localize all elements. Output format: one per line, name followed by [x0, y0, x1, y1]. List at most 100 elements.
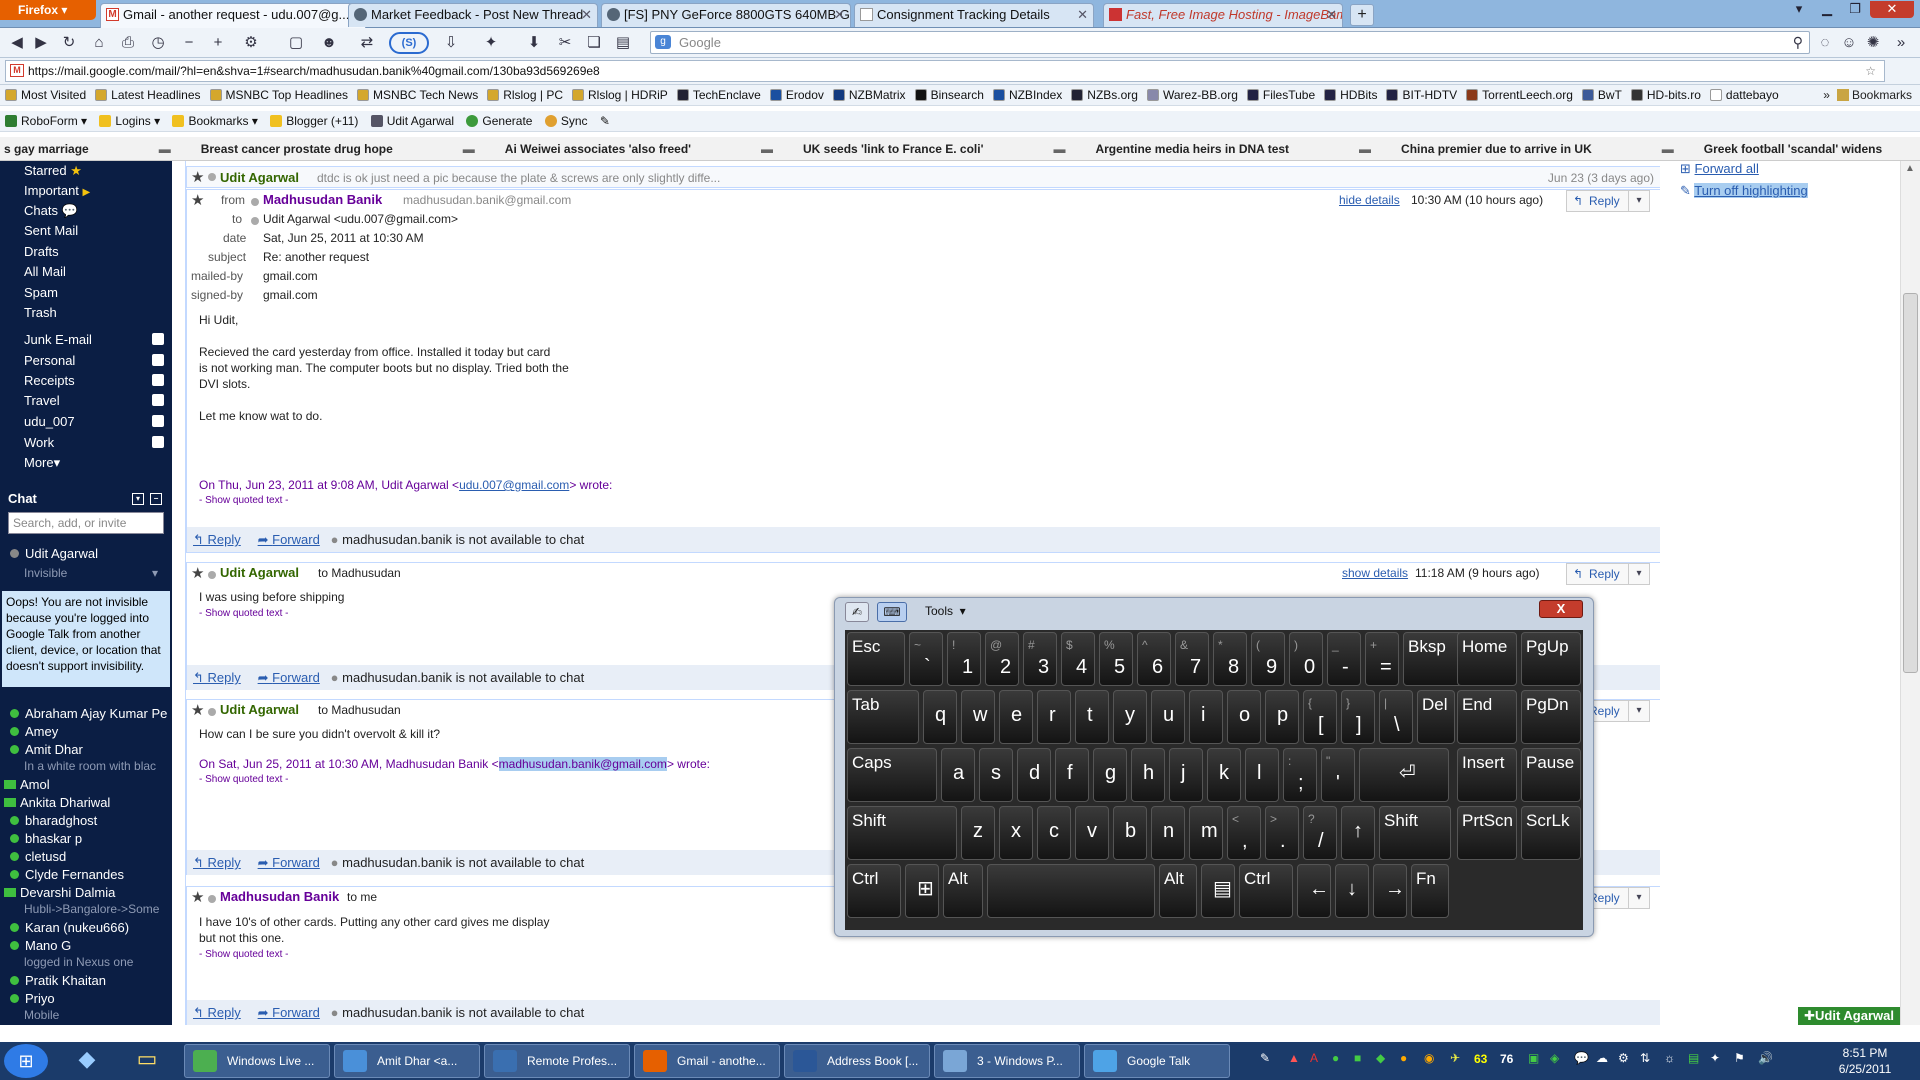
speed-dial-icon[interactable]: (S) — [389, 32, 429, 54]
news-headline[interactable]: Greek football 'scandal' widens — [1704, 142, 1882, 156]
bookmark-item[interactable]: TechEnclave — [676, 85, 761, 105]
history-icon[interactable]: ◷ — [147, 32, 169, 54]
key[interactable]: e — [999, 690, 1033, 744]
key[interactable]: ^ 6 — [1137, 632, 1171, 686]
scrollbar-thumb[interactable] — [1903, 293, 1918, 673]
key[interactable]: b — [1113, 806, 1147, 860]
tray-app-icon[interactable]: ◉ — [1424, 1051, 1434, 1065]
handwriting-icon[interactable]: ✍ — [845, 602, 869, 622]
tray-app-icon[interactable]: ▤ — [1688, 1051, 1699, 1065]
zoom-out-icon[interactable]: − — [178, 32, 200, 54]
label-color-box[interactable] — [152, 415, 164, 427]
sender-name[interactable]: Madhusudan Banik — [220, 889, 339, 904]
sender-name[interactable]: Udit Agarwal — [220, 565, 299, 580]
key[interactable]: d — [1017, 748, 1051, 802]
copy-icon[interactable]: ❏ — [583, 32, 605, 54]
key[interactable]: k — [1207, 748, 1241, 802]
key[interactable]: ScrLk — [1521, 806, 1581, 860]
key[interactable]: Insert — [1457, 748, 1517, 802]
more-labels[interactable]: More▾ — [24, 455, 60, 471]
key[interactable]: l — [1245, 748, 1279, 802]
taskbar-button[interactable]: Remote Profes... — [484, 1044, 630, 1078]
firefox-menu-button[interactable]: Firefox ▾ — [0, 0, 96, 20]
pen-icon[interactable]: ✎ — [600, 111, 610, 131]
bookmark-item[interactable]: FilesTube — [1246, 85, 1315, 105]
news-headline[interactable]: Breast cancer prostate drug hope — [201, 142, 393, 156]
flag-icon[interactable]: ⚑ — [1734, 1051, 1745, 1065]
key[interactable]: :; — [1283, 748, 1317, 802]
chat-search-input[interactable]: Search, add, or invite — [8, 512, 164, 534]
reply-link[interactable]: ↰ Reply — [193, 1005, 241, 1020]
bookmark-item[interactable]: NZBIndex — [992, 85, 1062, 105]
key[interactable]: & 7 — [1175, 632, 1209, 686]
nav-sent[interactable]: Sent Mail — [24, 223, 78, 238]
pen-icon[interactable]: ✎ — [1260, 1051, 1270, 1065]
key[interactable]: | \ — [1379, 690, 1413, 744]
logins-button[interactable]: Logins ▾ — [99, 111, 160, 131]
chat-contact[interactable]: Priyo — [10, 991, 55, 1006]
key[interactable]: ← — [1297, 864, 1331, 918]
forward-link[interactable]: ➦ Forward — [258, 670, 320, 685]
tray-app-icon[interactable]: ◈ — [1550, 1051, 1559, 1065]
bookmark-item[interactable]: Rlslog | PC — [487, 85, 563, 105]
taskbar-button[interactable]: Google Talk — [1084, 1044, 1230, 1078]
key[interactable]: j — [1169, 748, 1203, 802]
bookmarks-menu[interactable]: » Bookmarks — [1823, 85, 1912, 105]
key[interactable]: Shift — [847, 806, 957, 860]
taskbar-button[interactable]: Gmail - anothe... — [634, 1044, 780, 1078]
key[interactable]: Shift — [1379, 806, 1451, 860]
key[interactable]: Esc — [847, 632, 905, 686]
label-color-box[interactable] — [152, 354, 164, 366]
key[interactable]: p — [1265, 690, 1299, 744]
key[interactable]: y — [1113, 690, 1147, 744]
reply-link[interactable]: ↰ Reply — [193, 855, 241, 870]
maximize-button[interactable]: ❐ — [1842, 1, 1868, 18]
key[interactable]: Del — [1417, 690, 1455, 744]
addon-icon[interactable]: ☺ — [1838, 32, 1860, 54]
chat-contact[interactable]: Clyde Fernandes — [10, 867, 124, 882]
key[interactable]: }] — [1341, 690, 1375, 744]
taskbar-button[interactable]: 3 - Windows P... — [934, 1044, 1080, 1078]
chat-contact[interactable]: Ankita Dhariwal — [4, 795, 110, 810]
key[interactable]: + = — [1365, 632, 1399, 686]
key[interactable]: Caps — [847, 748, 937, 802]
label-color-box[interactable] — [152, 436, 164, 448]
tray-app-icon[interactable]: ◆ — [1376, 1051, 1385, 1065]
home-icon[interactable]: ⌂ — [88, 32, 110, 54]
tab-list-icon[interactable]: ▾ — [1786, 1, 1812, 18]
minimize-button[interactable]: ▁ — [1814, 1, 1840, 18]
search-input[interactable]: g Google ⚲ — [650, 31, 1810, 54]
bookmarks-button[interactable]: Bookmarks ▾ — [172, 111, 258, 131]
show-quoted-text[interactable]: - Show quoted text - — [199, 608, 289, 619]
chat-contact[interactable]: bharadghost — [10, 813, 97, 828]
overflow-icon[interactable]: » — [1890, 32, 1912, 54]
star-icon[interactable]: ★ — [191, 191, 204, 209]
generate-button[interactable]: Generate — [466, 111, 532, 131]
key[interactable]: PgDn — [1521, 690, 1581, 744]
star-icon[interactable]: ★ — [191, 564, 204, 582]
key[interactable]: End — [1457, 690, 1517, 744]
key[interactable]: ) 0 — [1289, 632, 1323, 686]
forward-link[interactable]: ➦ Forward — [258, 1005, 320, 1020]
key[interactable]: Bksp — [1403, 632, 1463, 686]
key[interactable]: g — [1093, 748, 1127, 802]
taskbar-button[interactable]: Windows Live ... — [184, 1044, 330, 1078]
key[interactable]: a — [941, 748, 975, 802]
tab-imagebam[interactable]: Fast, Free Image Hosting - ImageBam ✕ — [1103, 3, 1343, 27]
label-color-box[interactable] — [152, 394, 164, 406]
bookmark-item[interactable]: MSNBC Top Headlines — [209, 85, 348, 105]
news-headline[interactable]: China premier due to arrive in UK — [1401, 142, 1592, 156]
scissors-icon[interactable]: ✂ — [554, 32, 576, 54]
chat-contact[interactable]: Devarshi Dalmia — [4, 885, 115, 900]
key[interactable]: ↑ — [1341, 806, 1375, 860]
chat-window-tab[interactable]: ✚Udit Agarwal — [1798, 1007, 1900, 1025]
close-tab-icon[interactable]: ✕ — [1077, 4, 1088, 26]
email-link[interactable]: madhusudan.banik@gmail.com — [498, 757, 667, 771]
bookmark-item[interactable]: dattebayo — [1709, 85, 1779, 105]
more-actions-dropdown[interactable]: ▾ — [1628, 700, 1650, 722]
show-quoted-text[interactable]: - Show quoted text - — [199, 495, 289, 506]
chat-contact[interactable]: Mano G — [10, 938, 71, 953]
key[interactable]: ⏎ — [1359, 748, 1449, 802]
key[interactable]: * 8 — [1213, 632, 1247, 686]
key[interactable]: w — [961, 690, 995, 744]
